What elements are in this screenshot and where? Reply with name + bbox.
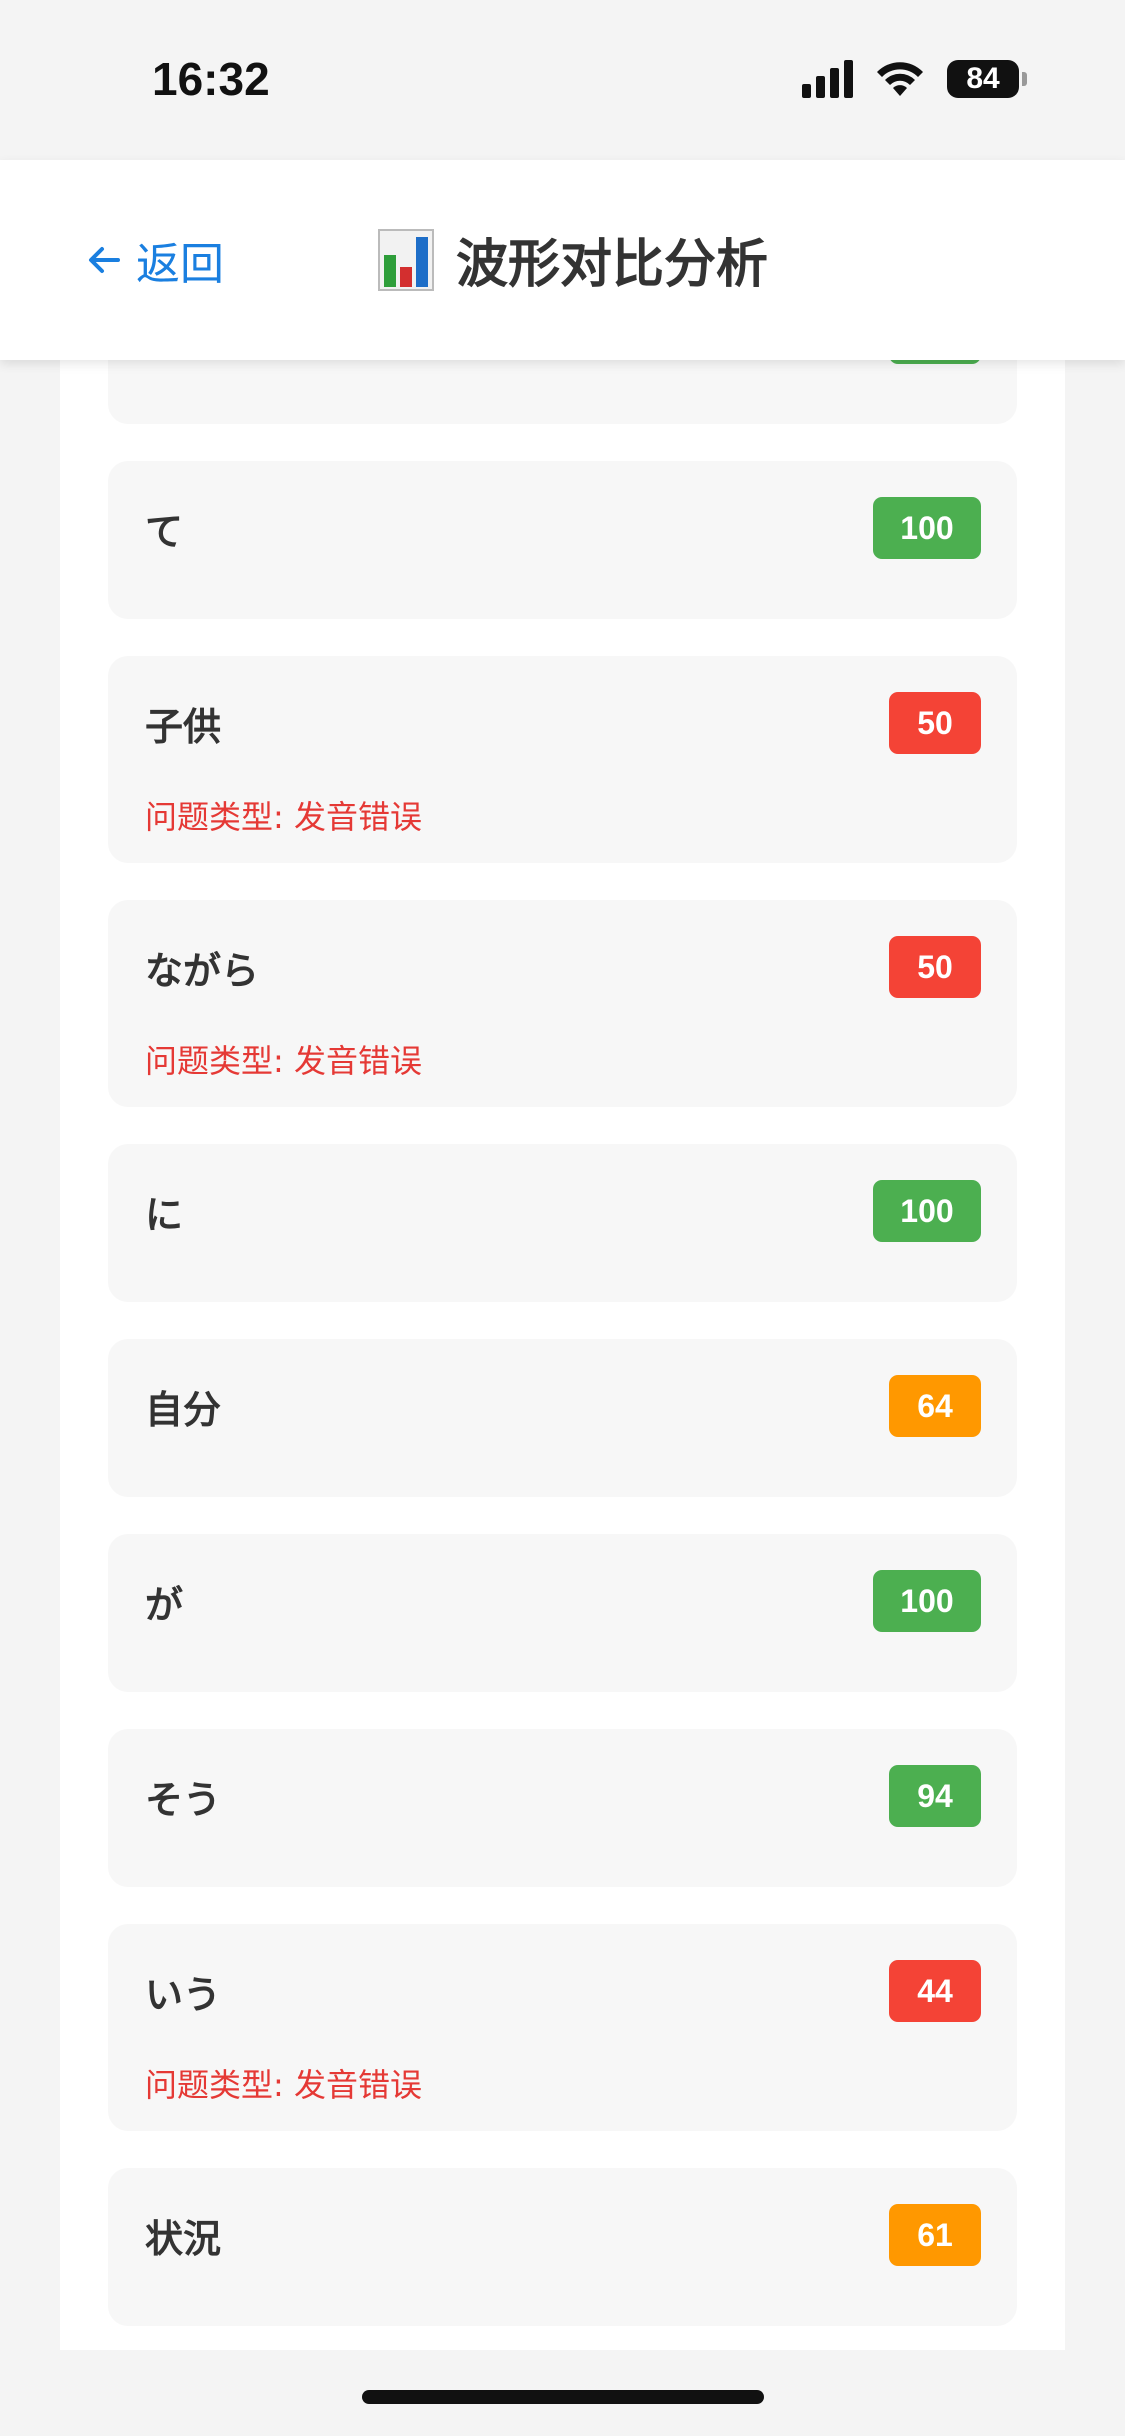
- word-card[interactable]: 自分 64: [108, 1339, 1017, 1497]
- issue-type: 问题类型: 发音错误: [145, 1042, 422, 1080]
- word-card[interactable]: 状況 61: [108, 2168, 1017, 2326]
- word-card[interactable]: 子供 50 问题类型: 发音错误: [108, 656, 1017, 863]
- score-badge: 94: [889, 1765, 981, 1827]
- word-card[interactable]: が 100: [108, 1534, 1017, 1692]
- word-text: て: [145, 510, 184, 554]
- word-text: に: [145, 1193, 184, 1237]
- home-indicator: [362, 2390, 764, 2404]
- score-badge: 100: [873, 497, 981, 559]
- wifi-icon: [877, 62, 923, 96]
- word-card[interactable]: そう 94: [108, 1729, 1017, 1887]
- issue-type: 问题类型: 发音错误: [145, 2066, 422, 2104]
- word-text: 状況: [145, 2217, 222, 2261]
- back-label: 返回: [136, 239, 224, 290]
- signal-icon: [802, 60, 853, 98]
- word-text: ながら: [145, 949, 260, 993]
- score-badge: 44: [889, 1960, 981, 2022]
- score-badge: 50: [889, 692, 981, 754]
- bar-chart-icon: [378, 228, 434, 291]
- score-badge: 64: [889, 1375, 981, 1437]
- battery-icon: 84: [947, 60, 1027, 98]
- page-title: 波形对比分析: [378, 222, 768, 297]
- status-icons: 84: [802, 60, 1027, 98]
- nav-bar: 返回 波形对比分析: [0, 160, 1125, 360]
- word-text: そう: [145, 1778, 222, 1822]
- word-text: が: [145, 1583, 184, 1627]
- word-card[interactable]: て 100: [108, 461, 1017, 619]
- score-badge: 100: [873, 1180, 981, 1242]
- status-bar: 16:32 84: [0, 0, 1125, 160]
- arrow-left-icon: [89, 247, 120, 273]
- score-badge: 61: [889, 2204, 981, 2266]
- word-text: いう: [145, 1973, 222, 2017]
- score-badge: 100: [873, 1570, 981, 1632]
- word-text: 子供: [145, 705, 222, 749]
- battery-level: 84: [966, 62, 1000, 95]
- back-button[interactable]: 返回: [84, 228, 224, 292]
- issue-type: 问题类型: 发音错误: [145, 798, 422, 836]
- word-card[interactable]: いう 44 问题类型: 发音错误: [108, 1924, 1017, 2131]
- word-text: 自分: [145, 1388, 222, 1432]
- word-card[interactable]: ながら 50 问题类型: 发音错误: [108, 900, 1017, 1107]
- score-badge: 50: [889, 936, 981, 998]
- status-time: 16:32: [152, 53, 270, 105]
- page-title-text: 波形对比分析: [456, 235, 769, 295]
- word-card[interactable]: に 100: [108, 1144, 1017, 1302]
